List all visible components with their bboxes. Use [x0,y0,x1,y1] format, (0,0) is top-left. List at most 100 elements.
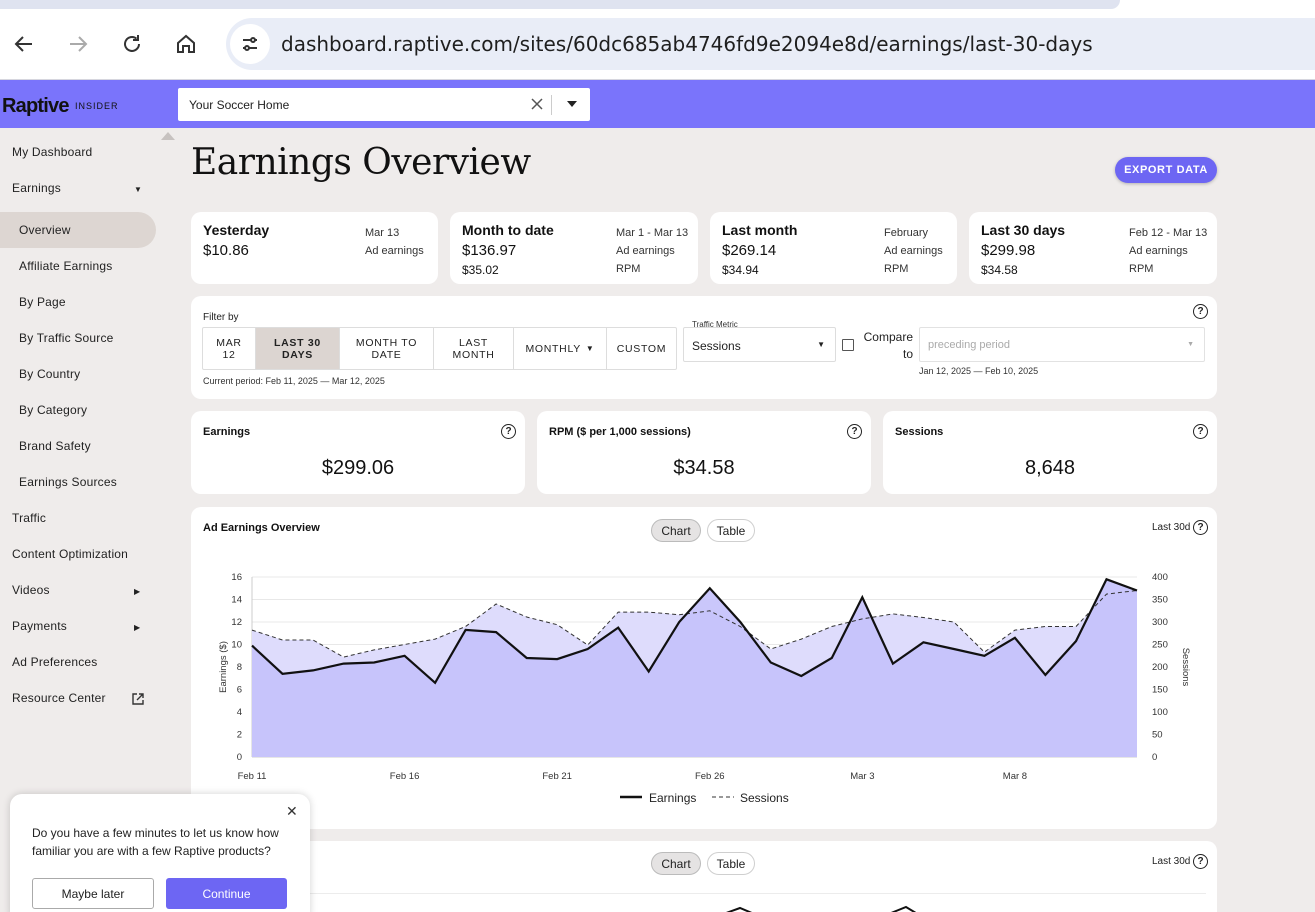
forward-arrow-icon [70,36,88,52]
continue-button[interactable]: Continue [166,878,287,909]
back-button[interactable] [8,28,40,60]
caret-down-icon: ▼ [817,340,825,349]
summary-label: Month to date [462,222,554,238]
filter-custom-button[interactable]: CUSTOM [606,327,677,370]
brand-logo[interactable]: Raptive [2,95,69,118]
app-header: Raptive INSIDER Your Soccer Home [0,80,1315,128]
sidebar-item-traffic[interactable]: Traffic [12,511,46,525]
summary-label: Last month [722,222,798,238]
filter-button-label: LAST MONTH [452,336,495,361]
compare-period-select[interactable]: preceding period ▼ [919,327,1205,362]
compare-label: Compare to [863,330,913,361]
help-icon[interactable]: ? [1193,520,1208,535]
chevron-down-icon[interactable] [562,93,582,115]
sidebar-item-by-category[interactable]: By Category [19,403,87,417]
summary-metric-label: Ad earnings [884,245,943,257]
metric-value: $34.58 [673,457,735,479]
external-link-icon [132,693,144,705]
filter-mar-12-button[interactable]: MAR 12 [202,327,256,370]
filter-label: Filter by [203,312,239,323]
second-chart-peaks [726,905,916,912]
current-period-text: Current period: Feb 11, 2025 — Mar 12, 2… [203,376,385,386]
metric-label: RPM ($ per 1,000 sessions) [549,426,691,438]
table-toggle-button[interactable]: Table [707,852,755,875]
sidebar-item-overview[interactable]: Overview [19,223,71,237]
second-chart-panel: Chart Table Last 30d ? [191,841,1217,912]
chart-panel-title: Ad Earnings Overview [203,522,320,534]
help-icon[interactable]: ? [1193,304,1208,319]
sidebar-item-affiliate-earnings[interactable]: Affiliate Earnings [19,259,112,273]
caret-down-icon: ▼ [1187,341,1194,348]
sidebar-item-by-country[interactable]: By Country [19,367,80,381]
sidebar-item-by-traffic-source[interactable]: By Traffic Source [19,331,114,345]
metric-label: Sessions [895,426,944,438]
gridline [251,893,1206,894]
caret-down-icon: ▼ [134,185,142,194]
browser-chrome: dashboard.raptive.com/sites/60dc685ab474… [0,0,1315,80]
traffic-metric-select[interactable]: Sessions ▼ [683,327,836,362]
summary-date: Mar 1 - Mar 13 [616,227,689,239]
clear-icon[interactable] [526,93,548,115]
selector-divider [551,95,552,115]
summary-metric-label: Ad earnings [616,245,675,257]
sidebar-item-my-dashboard[interactable]: My Dashboard [12,145,92,159]
sidebar-item-earnings-sources[interactable]: Earnings Sources [19,475,117,489]
maybe-later-button[interactable]: Maybe later [32,878,154,909]
site-selector[interactable]: Your Soccer Home [178,88,590,121]
site-info-icon[interactable] [230,24,270,64]
survey-popup: ✕ Do you have a few minutes to let us kn… [10,794,310,912]
sidebar-item-content-optimization[interactable]: Content Optimization [12,547,128,561]
reload-button[interactable] [116,28,148,60]
home-icon [177,34,195,53]
summary-date: Feb 12 - Mar 13 [1129,227,1208,239]
summary-date: February [884,227,929,239]
help-icon[interactable]: ? [1193,854,1208,869]
compare-checkbox[interactable] [842,339,854,351]
export-data-button[interactable]: EXPORT DATA [1115,157,1217,183]
sidebar-item-earnings[interactable]: Earnings [12,181,61,195]
summary-date: Mar 13 [365,227,400,239]
url-text[interactable]: dashboard.raptive.com/sites/60dc685ab474… [281,32,1093,56]
summary-rpm-value: $35.02 [462,263,499,277]
forward-button[interactable] [62,28,94,60]
chart-toggle-button[interactable]: Chart [651,852,701,875]
sidebar-item-ad-preferences[interactable]: Ad Preferences [12,655,98,669]
sidebar-item-payments[interactable]: Payments [12,619,67,633]
help-icon[interactable]: ? [501,424,516,439]
filter-panel: Filter by MAR 12 LAST 30 DAYS MONTH TO D… [191,296,1217,399]
summary-label: Yesterday [203,222,270,238]
help-icon[interactable]: ? [847,424,862,439]
brand-subtitle: INSIDER [75,101,119,111]
survey-text: Do you have a few minutes to let us know… [32,826,279,858]
sidebar-item-videos[interactable]: Videos [12,583,50,597]
filter-monthly-dropdown[interactable]: MONTHLY ▼ [513,327,607,370]
chart-toggle-button[interactable]: Chart [651,519,701,542]
summary-rpm-label: RPM [616,263,641,275]
summary-value: $136.97 [462,242,517,259]
help-icon[interactable]: ? [1193,424,1208,439]
home-button[interactable] [170,28,202,60]
summary-label: Last 30 days [981,222,1066,238]
sidebar-item-by-page[interactable]: By Page [19,295,66,309]
compare-placeholder: preceding period [928,339,1010,351]
caret-right-icon: ▶ [134,623,141,632]
close-icon[interactable]: ✕ [286,803,298,820]
filter-last-30-days-button[interactable]: LAST 30 DAYS [255,327,340,370]
ad-earnings-chart-panel: Ad Earnings Overview Chart Table Last 30… [191,507,1217,829]
metric-card-earnings: Earnings $299.06 ? [191,411,525,494]
traffic-metric-value: Sessions [692,339,741,353]
summary-rpm-label: RPM [884,263,909,275]
filter-month-to-date-button[interactable]: MONTH TO DATE [339,327,434,370]
address-bar[interactable]: dashboard.raptive.com/sites/60dc685ab474… [226,18,1315,70]
summary-rpm-label: RPM [1129,263,1154,275]
filter-button-label: MONTH TO DATE [355,336,418,361]
summary-card-last-30-days: Last 30 days $299.98 $34.58 Feb 12 - Mar… [969,212,1217,284]
filter-last-month-button[interactable]: LAST MONTH [433,327,514,370]
table-toggle-button[interactable]: Table [707,519,755,542]
scroll-up-icon[interactable] [161,132,175,140]
sidebar-item-resource-center[interactable]: Resource Center [12,691,106,705]
summary-metric-label: Ad earnings [1129,245,1188,257]
filter-button-label: LAST 30 DAYS [274,336,321,361]
caret-down-icon: ▼ [585,343,595,353]
sidebar-item-brand-safety[interactable]: Brand Safety [19,439,91,453]
